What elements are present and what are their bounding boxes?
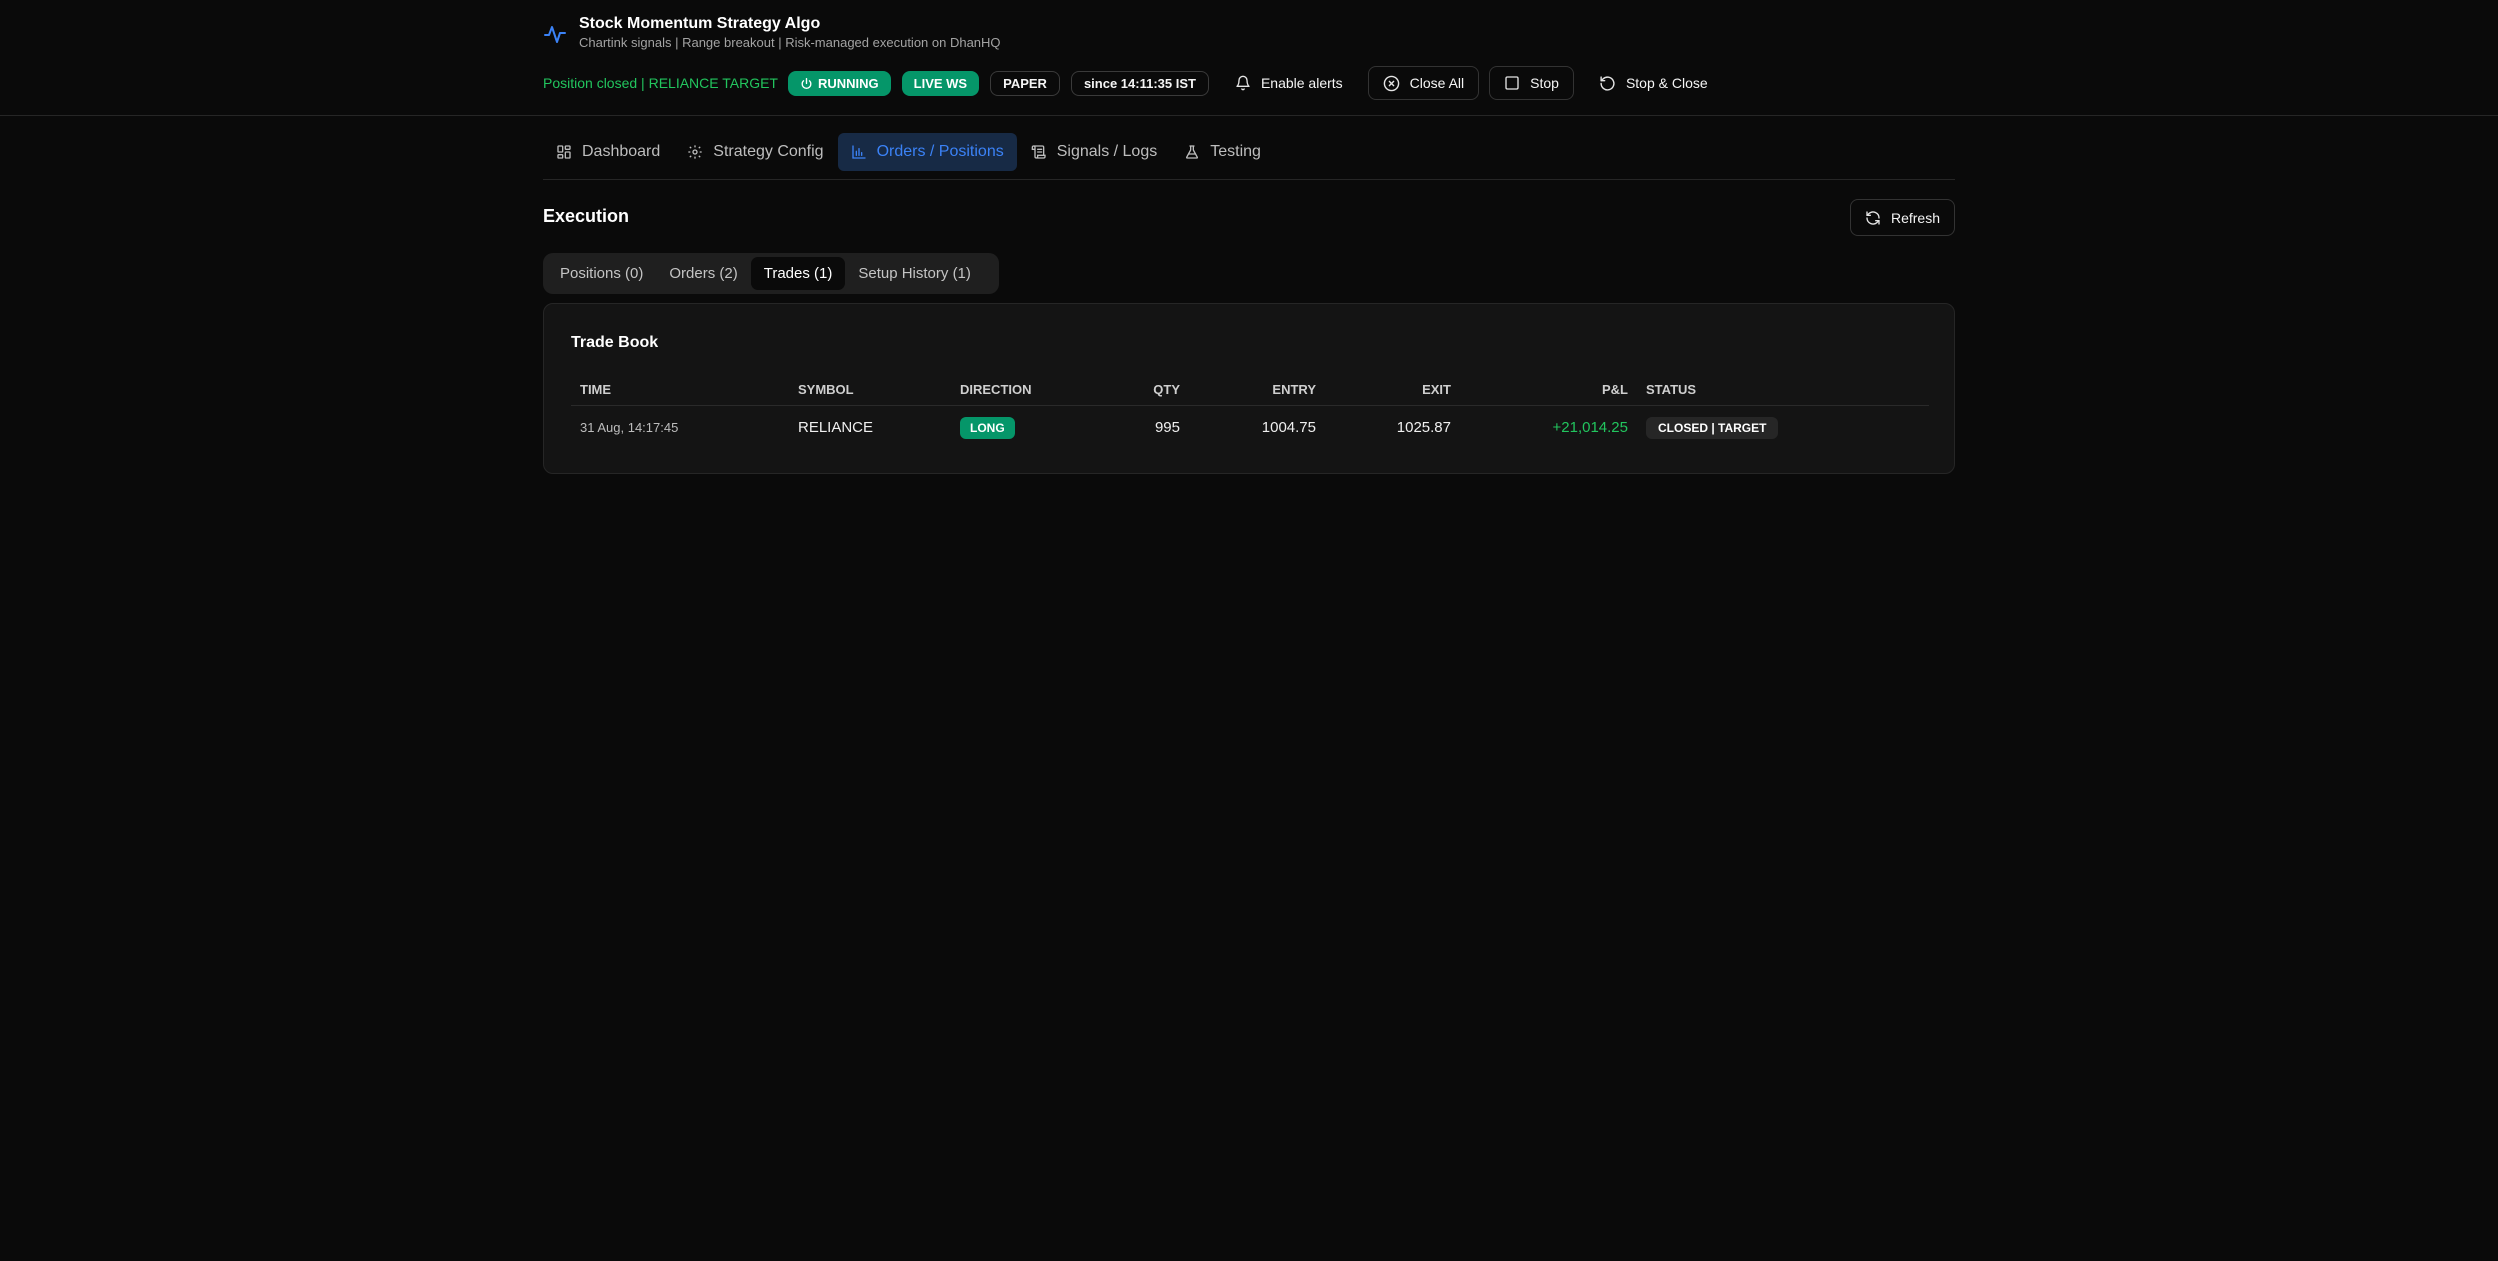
trade-book-table: TIME SYMBOL DIRECTION QTY ENTRY EXIT P&L… (571, 374, 1929, 450)
enable-alerts-button[interactable]: Enable alerts (1220, 66, 1358, 100)
tab-signals-logs-label: Signals / Logs (1056, 143, 1158, 160)
trade-book-title: Trade Book (571, 334, 659, 351)
close-all-label: Close All (1409, 75, 1465, 91)
enable-alerts-label: Enable alerts (1260, 75, 1343, 91)
rotate-ccw-icon (1600, 75, 1615, 91)
status-badge: CLOSED | TARGET (1646, 416, 1779, 439)
tab-dashboard-label: Dashboard (582, 143, 661, 160)
trade-direction-cell: LONG (951, 405, 1113, 450)
tab-signals-logs[interactable]: Signals / Logs (1018, 133, 1171, 171)
gear-icon (688, 145, 702, 159)
status-message: Position closed | RELIANCE TARGET (543, 75, 778, 91)
brand-block: Stock Momentum Strategy Algo Chartink si… (543, 14, 1001, 52)
col-symbol: SYMBOL (789, 374, 951, 406)
square-icon (1505, 76, 1519, 90)
tab-orders-positions[interactable]: Orders / Positions (837, 133, 1017, 171)
refresh-icon (1866, 210, 1880, 225)
execution-subtabs: Positions (0) Orders (2) Trades (1) Setu… (543, 253, 999, 294)
running-badge: RUNNING (787, 70, 891, 96)
tab-testing[interactable]: Testing (1171, 133, 1274, 171)
grid-icon (557, 145, 571, 159)
tab-orders-positions-label: Orders / Positions (876, 143, 1004, 160)
mode-badge: PAPER (990, 70, 1060, 96)
trade-time: 31 Aug, 14:17:45 (580, 420, 679, 436)
stop-close-label: Stop & Close (1625, 75, 1708, 91)
app-title: Stock Momentum Strategy Algo (579, 15, 821, 32)
close-all-button[interactable]: Close All (1367, 66, 1480, 100)
tab-dashboard[interactable]: Dashboard (543, 133, 673, 171)
status-bar: Position closed | RELIANCE TARGET RUNNIN… (543, 66, 1733, 100)
trade-status-cell: CLOSED | TARGET (1637, 405, 1929, 450)
bell-icon (1236, 75, 1250, 91)
trade-pnl: +21,014.25 (1552, 419, 1629, 437)
app-header: Stock Momentum Strategy Algo Chartink si… (0, 0, 2498, 116)
col-direction: DIRECTION (951, 374, 1113, 406)
subtab-orders[interactable]: Orders (2) (656, 257, 750, 290)
scroll-icon (1031, 145, 1046, 159)
running-label: RUNNING (817, 75, 879, 91)
flask-icon (1186, 145, 1199, 159)
trade-qty: 995 (1154, 419, 1180, 437)
activity-icon (544, 26, 566, 43)
tab-strategy-config-label: Strategy Config (713, 143, 824, 160)
col-entry: ENTRY (1189, 374, 1325, 406)
tab-testing-label: Testing (1210, 143, 1261, 160)
chart-icon (851, 145, 866, 159)
col-qty: QTY (1113, 374, 1189, 406)
trade-symbol: RELIANCE (798, 419, 874, 437)
tab-strategy-config[interactable]: Strategy Config (674, 133, 836, 171)
main-nav-tabs: Dashboard Strategy Config Orders / Posit… (543, 133, 1955, 180)
trade-book-card: Trade Book TIME SYMBOL DIRECTION QTY ENT… (543, 303, 1955, 474)
subtab-positions[interactable]: Positions (0) (547, 257, 656, 290)
execution-title: Execution (543, 206, 630, 226)
trade-entry: 1004.75 (1261, 419, 1316, 437)
stop-button[interactable]: Stop (1489, 66, 1574, 100)
refresh-button[interactable]: Refresh (1850, 199, 1955, 236)
trade-exit: 1025.87 (1396, 419, 1451, 437)
col-status: STATUS (1637, 374, 1929, 406)
subtab-trades[interactable]: Trades (1) (750, 257, 846, 290)
live-ws-badge: LIVE WS (901, 70, 980, 96)
app-subtitle: Chartink signals | Range breakout | Risk… (579, 35, 1001, 50)
stop-close-button[interactable]: Stop & Close (1584, 66, 1723, 100)
power-icon (801, 77, 812, 89)
subtab-setup-history[interactable]: Setup History (1) (845, 257, 984, 290)
since-badge: since 14:11:35 IST (1070, 70, 1209, 96)
col-time: TIME (571, 374, 789, 406)
col-pnl: P&L (1460, 374, 1637, 406)
col-exit: EXIT (1325, 374, 1460, 406)
table-header-row: TIME SYMBOL DIRECTION QTY ENTRY EXIT P&L… (571, 374, 1929, 406)
direction-badge: LONG (960, 416, 1015, 439)
close-circle-icon (1383, 75, 1399, 91)
stop-label: Stop (1530, 75, 1559, 91)
table-row: 31 Aug, 14:17:45 RELIANCE LONG 995 1004.… (571, 405, 1929, 450)
refresh-label: Refresh (1890, 209, 1941, 226)
